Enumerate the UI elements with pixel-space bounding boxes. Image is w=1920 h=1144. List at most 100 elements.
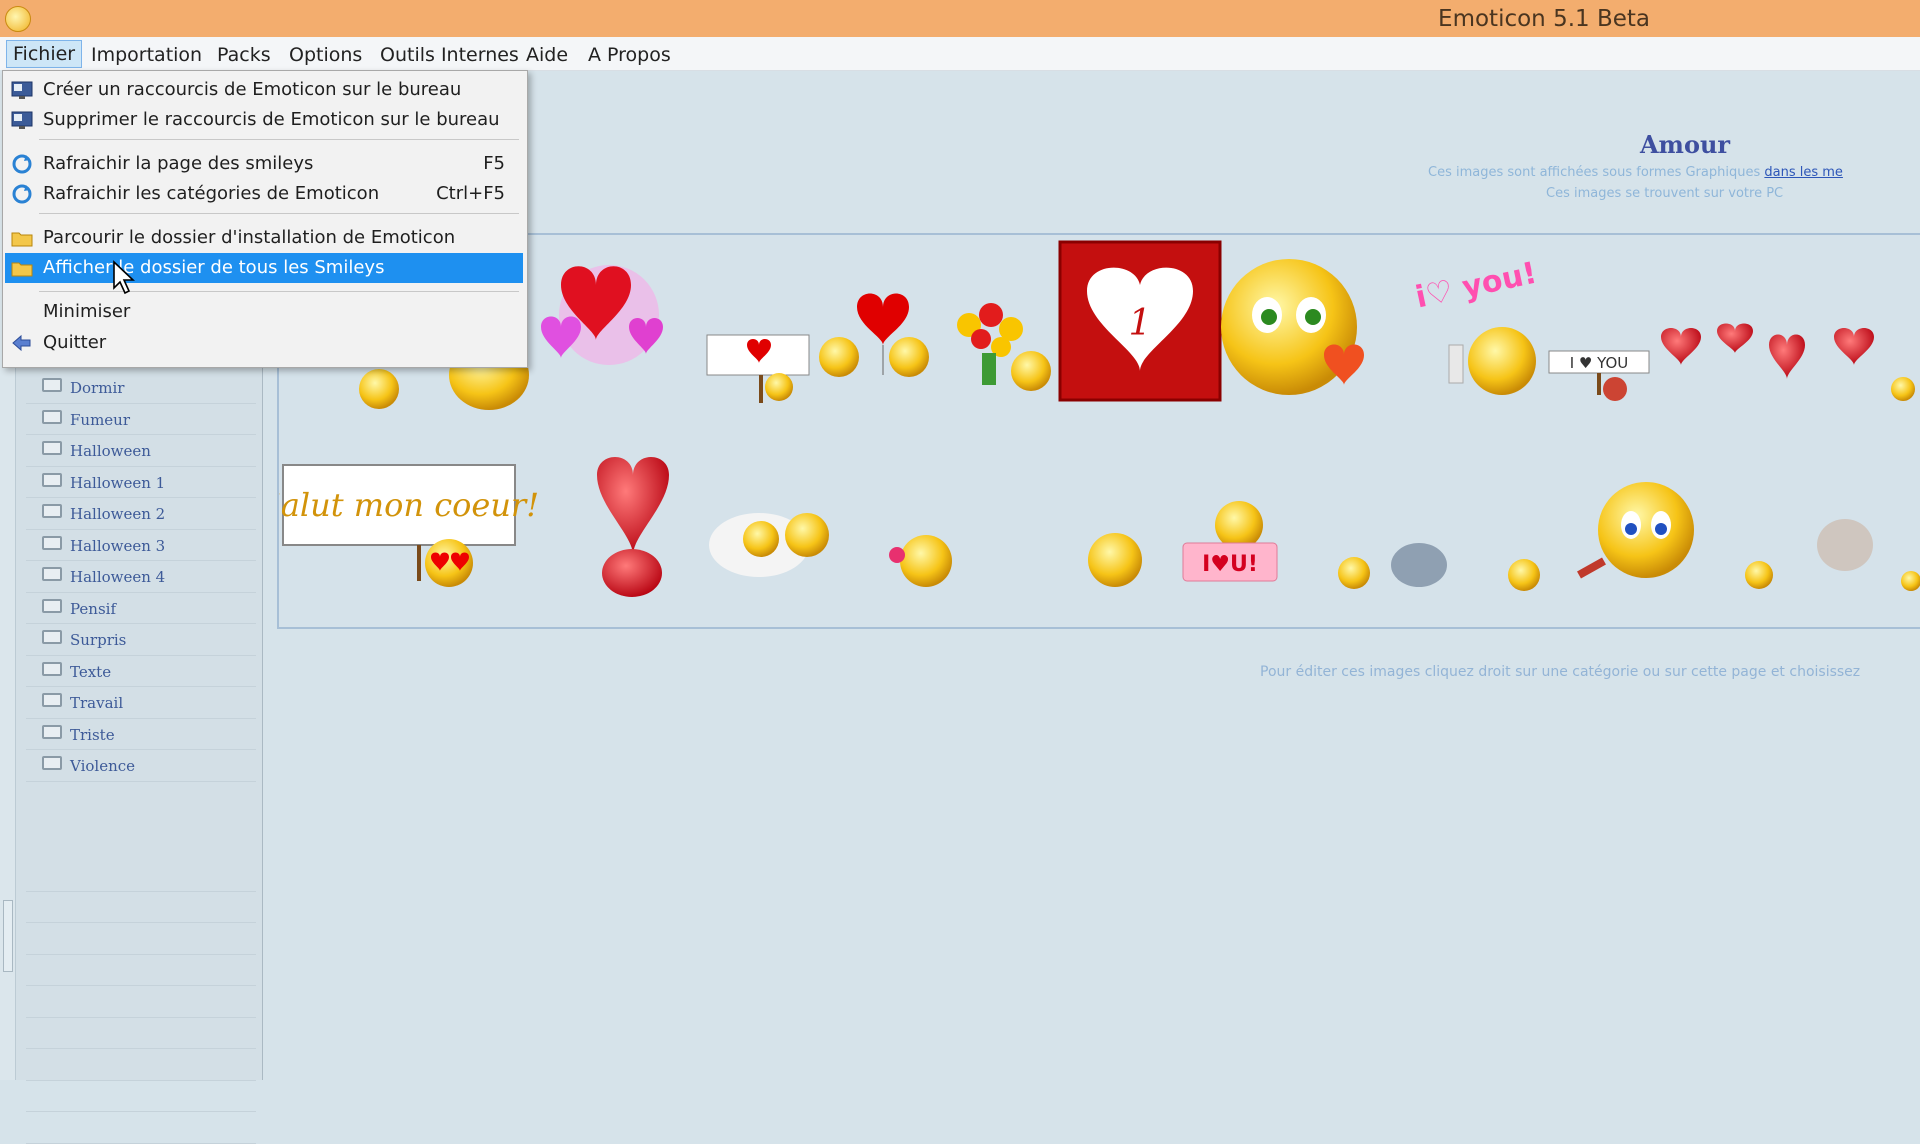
emoticon-couple-and-bear[interactable] <box>1745 519 1920 591</box>
category-item-halloween-2[interactable]: Halloween 2 <box>26 498 256 530</box>
emoticon-small-hearts[interactable] <box>1661 323 1915 402</box>
category-list: Dormir Fumeur Halloween Halloween 1 Hall… <box>26 372 256 782</box>
menu-browse-install-folder[interactable]: Parcourir le dossier d'installation de E… <box>5 223 523 253</box>
menu-quit[interactable]: Quitter <box>5 328 523 358</box>
envelope-icon <box>42 724 62 739</box>
menu-item-label: Rafraichir les catégories de Emoticon <box>43 183 380 204</box>
menu-options[interactable]: Options <box>283 42 368 68</box>
menu-create-shortcut[interactable]: Créer un raccourcis de Emoticon sur le b… <box>5 75 523 105</box>
category-label: Travail <box>70 694 124 712</box>
empty-row <box>26 955 256 986</box>
fichier-dropdown-menu: Créer un raccourcis de Emoticon sur le b… <box>2 70 528 368</box>
emoticon-wedding[interactable] <box>709 513 829 577</box>
menu-show-smileys-folder[interactable]: Afficher le dossier de tous les Smileys <box>5 253 523 283</box>
heart-one-label: 1 <box>1129 303 1152 344</box>
menu-item-label: Rafraichir la page des smileys <box>43 153 314 174</box>
i-love-u-sign-text: I♥U! <box>1202 552 1258 577</box>
emoticon-flower-bouquet[interactable] <box>957 303 1051 391</box>
menu-refresh-categories[interactable]: Rafraichir les catégories de Emoticon Ct… <box>5 179 523 209</box>
menu-minimize[interactable]: Minimiser <box>5 297 523 327</box>
category-label: Pensif <box>70 599 117 618</box>
emoticon-i-love-u-sign[interactable]: I♥U! <box>1182 501 1278 582</box>
emoticon-beating-heart[interactable] <box>597 457 669 597</box>
window-title: Emoticon 5.1 Beta <box>1438 6 1650 32</box>
empty-row <box>26 860 256 892</box>
emoticon-love-you-bottle[interactable]: i♡ you! <box>1413 256 1540 395</box>
envelope-icon <box>42 693 62 707</box>
emoticon-pink-hearts[interactable] <box>541 265 663 365</box>
menu-item-label: Parcourir le dossier d'installation de E… <box>43 227 456 248</box>
menu-importation[interactable]: Importation <box>85 42 208 68</box>
menu-fichier[interactable]: Fichier <box>6 40 83 68</box>
menu-bar: Fichier Importation Packs Options Outils… <box>0 37 1920 71</box>
menu-a-propos[interactable]: A Propos <box>582 42 677 68</box>
category-item-pensif[interactable]: Pensif <box>26 593 256 624</box>
category-item-violence[interactable]: Violence <box>26 750 256 782</box>
category-list-empty-rows <box>26 860 256 1144</box>
empty-row <box>26 1112 256 1144</box>
envelope-icon <box>42 409 62 424</box>
envelope-icon <box>42 661 62 676</box>
emoticon-i-love-you-sign[interactable]: I ♥ YOU <box>1548 350 1650 401</box>
envelope-icon <box>42 630 62 644</box>
category-item-dormir[interactable]: Dormir <box>26 372 256 404</box>
menu-item-label: Créer un raccourcis de Emoticon sur le b… <box>43 79 462 100</box>
menu-refresh-smileys[interactable]: Rafraichir la page des smileys F5 <box>5 149 523 179</box>
emoticon-pair-in-bed[interactable] <box>1338 543 1447 589</box>
sidebar-resize-handle[interactable] <box>3 900 13 972</box>
category-item-halloween-3[interactable]: Halloween 3 <box>26 530 256 561</box>
envelope-icon <box>42 756 62 770</box>
menu-outils-internes[interactable]: Outils Internes <box>374 42 525 68</box>
exit-arrow-icon <box>12 334 31 352</box>
category-label: Violence <box>70 757 136 775</box>
mouse-cursor-icon <box>113 260 136 295</box>
menu-item-label: Minimiser <box>43 301 131 322</box>
category-item-halloween[interactable]: Halloween <box>26 435 256 467</box>
emoticon-kiss-rose[interactable] <box>1508 482 1694 591</box>
category-item-halloween-4[interactable]: Halloween 4 <box>26 561 256 593</box>
category-item-triste[interactable]: Triste <box>26 719 256 750</box>
category-item-travail[interactable]: Travail <box>26 687 256 719</box>
subtitle-link[interactable]: dans les me <box>1764 165 1843 180</box>
menu-separator <box>39 213 519 214</box>
empty-row <box>26 892 256 923</box>
emoticon-heart-one[interactable]: 1 <box>1058 240 1222 402</box>
envelope-icon <box>42 378 62 392</box>
category-item-fumeur[interactable]: Fumeur <box>26 404 256 435</box>
menu-item-label: Supprimer le raccourcis de Emoticon sur … <box>43 109 500 130</box>
category-item-surpris[interactable]: Surpris <box>26 624 256 656</box>
emoticon-heart-balloon[interactable] <box>819 293 929 378</box>
category-label: Triste <box>70 725 115 744</box>
category-label: Halloween <box>70 442 151 460</box>
emoticon-heart-sign[interactable] <box>706 334 810 403</box>
envelope-icon <box>42 598 62 613</box>
desktop-shortcut-icon <box>11 111 33 129</box>
emoticon-flowers-smile[interactable] <box>889 535 952 587</box>
emoticon-salut-sign[interactable]: Salut mon coeur! <box>259 464 539 587</box>
category-item-texte[interactable]: Texte <box>26 656 256 687</box>
edit-instructions: Pour éditer ces images cliquez droit sur… <box>1260 664 1861 680</box>
refresh-icon <box>12 154 32 174</box>
subtitle-text: Ces images sont affichées sous formes Gr… <box>1428 165 1761 180</box>
category-label: Halloween 4 <box>70 568 166 586</box>
content-subtitle-1: Ces images sont affichées sous formes Gr… <box>1428 165 1843 180</box>
app-smiley-icon[interactable] <box>5 6 31 32</box>
menu-packs[interactable]: Packs <box>211 42 277 68</box>
love-you-text: i♡ you! <box>1413 256 1540 316</box>
emoticon-smiley-heart[interactable] <box>1221 259 1364 395</box>
menu-delete-shortcut[interactable]: Supprimer le raccourcis de Emoticon sur … <box>5 105 523 135</box>
content-subtitle-2: Ces images se trouvent sur votre PC <box>1546 186 1784 201</box>
i-love-you-sign-text: I ♥ YOU <box>1570 354 1629 372</box>
category-heading: Amour <box>1639 130 1731 159</box>
envelope-icon <box>42 472 62 487</box>
category-label: Dormir <box>70 379 125 397</box>
menu-shortcut: F5 <box>483 153 505 174</box>
desktop-shortcut-icon <box>11 81 33 99</box>
empty-row <box>26 1049 256 1081</box>
emoticon-surprised-smile[interactable] <box>1088 533 1142 587</box>
folder-icon <box>11 262 33 277</box>
refresh-icon <box>12 184 32 204</box>
empty-row <box>26 1018 256 1049</box>
menu-aide[interactable]: Aide <box>520 42 574 68</box>
category-item-halloween-1[interactable]: Halloween 1 <box>26 467 256 498</box>
